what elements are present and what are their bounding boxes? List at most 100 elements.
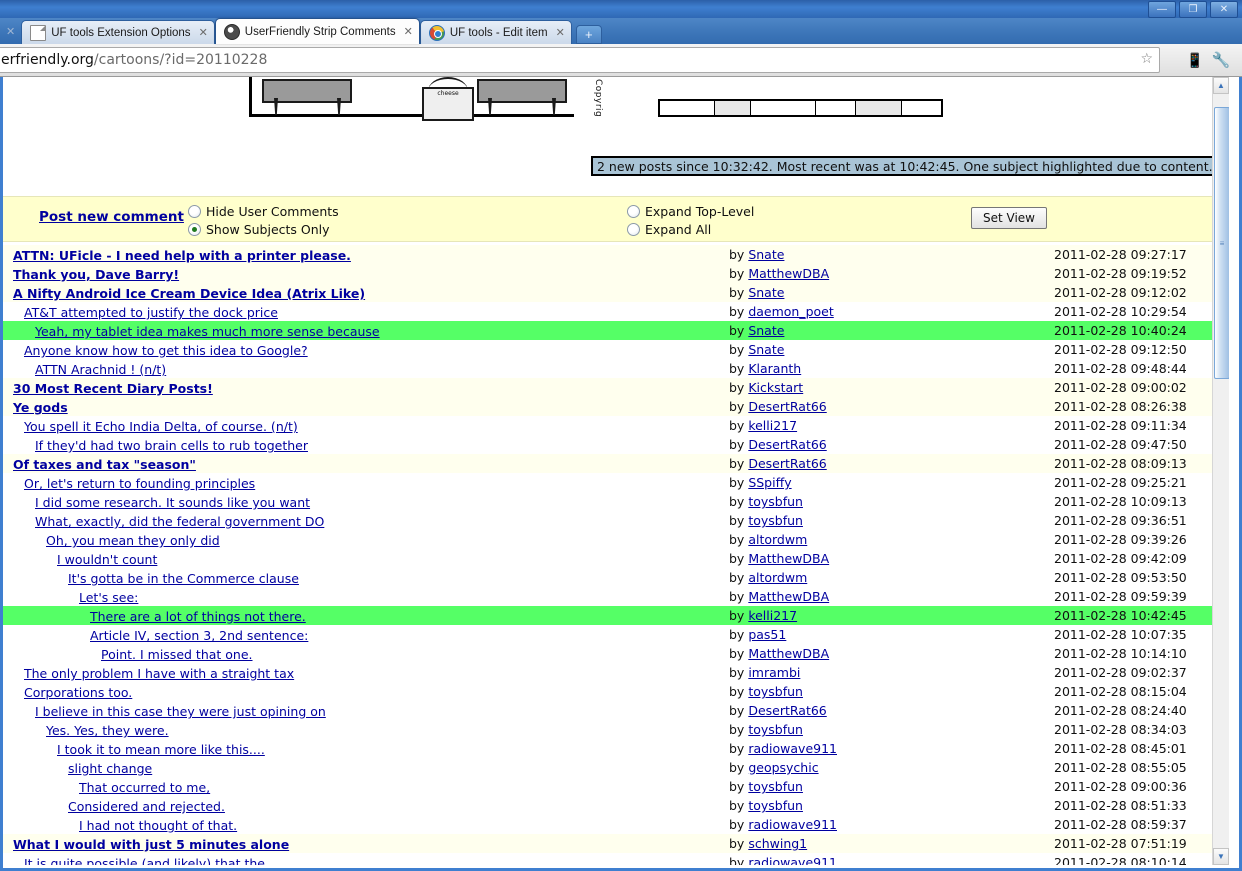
radio-show-subjects-only[interactable]: Show Subjects Only: [188, 220, 339, 238]
comment-subject-link[interactable]: There are a lot of things not there.: [90, 609, 306, 624]
comment-subject-link[interactable]: Corporations too.: [24, 685, 132, 700]
comment-subject-link[interactable]: ATTN: UFicle - I need help with a printe…: [13, 248, 351, 263]
tab-close-icon[interactable]: ✕: [404, 25, 413, 38]
table-row[interactable]: Considered and rejected. by toysbfun 2011-…: [3, 796, 1229, 815]
table-row[interactable]: slight change by geopsychic 2011-02-28 08:…: [3, 758, 1229, 777]
minimize-button[interactable]: —: [1148, 1, 1176, 18]
comment-subject-link[interactable]: Considered and rejected.: [68, 799, 225, 814]
table-row[interactable]: It is quite possible (and likely) that t…: [3, 853, 1229, 865]
comment-subject-link[interactable]: The only problem I have with a straight …: [24, 666, 294, 681]
wrench-icon[interactable]: 🔧: [1210, 50, 1232, 70]
radio-expand-top-level[interactable]: Expand Top-Level: [627, 202, 754, 220]
table-row[interactable]: Corporations too. by toysbfun 2011-02-28 0…: [3, 682, 1229, 701]
bookmark-star-icon[interactable]: ☆: [1140, 51, 1153, 67]
table-row[interactable]: Article IV, section 3, 2nd sentence: by p…: [3, 625, 1229, 644]
comment-subject-link[interactable]: If they'd had two brain cells to rub tog…: [35, 438, 308, 453]
comment-subject-link[interactable]: Oh, you mean they only did: [46, 533, 220, 548]
radio-icon[interactable]: [188, 204, 201, 218]
comment-author-link[interactable]: Snate: [748, 247, 784, 262]
comment-subject-link[interactable]: Anyone know how to get this idea to Goog…: [24, 343, 308, 358]
vertical-scrollbar[interactable]: ▲ ≡ ▼: [1212, 77, 1229, 865]
comment-author-link[interactable]: MatthewDBA: [748, 646, 829, 661]
comment-author-link[interactable]: altordwm: [748, 570, 807, 585]
close-button[interactable]: ✕: [1210, 1, 1238, 18]
table-row[interactable]: You spell it Echo India Delta, of course…: [3, 416, 1229, 435]
comment-author-link[interactable]: SSpiffy: [748, 475, 791, 490]
comment-subject-link[interactable]: I wouldn't count: [57, 552, 157, 567]
comment-author-link[interactable]: radiowave911: [748, 741, 837, 756]
tab-close-icon[interactable]: ✕: [199, 26, 208, 39]
radio-icon-selected[interactable]: [188, 222, 201, 236]
comment-author-link[interactable]: DesertRat66: [748, 456, 826, 471]
comment-subject-link[interactable]: ATTN Arachnid ! (n/t): [35, 362, 166, 377]
comment-subject-link[interactable]: Yeah, my tablet idea makes much more sen…: [35, 324, 380, 339]
comment-author-link[interactable]: radiowave911: [748, 855, 837, 865]
comment-author-link[interactable]: geopsychic: [748, 760, 818, 775]
comment-subject-link[interactable]: It is quite possible (and likely) that t…: [24, 856, 265, 865]
scroll-up-button[interactable]: ▲: [1213, 77, 1229, 94]
radio-expand-all[interactable]: Expand All: [627, 220, 754, 238]
comment-author-link[interactable]: radiowave911: [748, 817, 837, 832]
tab-userfriendly-strip-comments[interactable]: UserFriendly Strip Comments ✕: [214, 18, 420, 44]
comment-author-link[interactable]: toysbfun: [748, 513, 803, 528]
radio-icon[interactable]: [627, 204, 640, 218]
comment-subject-link[interactable]: A Nifty Android Ice Cream Device Idea (A…: [13, 286, 365, 301]
comment-author-link[interactable]: DesertRat66: [748, 437, 826, 452]
comment-subject-link[interactable]: Thank you, Dave Barry!: [13, 267, 179, 282]
table-row[interactable]: Or, let's return to founding principles b…: [3, 473, 1229, 492]
comment-subject-link[interactable]: What I would with just 5 minutes alone: [13, 837, 289, 852]
comment-author-link[interactable]: imrambi: [748, 665, 800, 680]
table-row[interactable]: There are a lot of things not there. by k…: [3, 606, 1229, 625]
comment-author-link[interactable]: toysbfun: [748, 779, 803, 794]
table-row[interactable]: I had not thought of that. by radiowave91…: [3, 815, 1229, 834]
comment-author-link[interactable]: Snate: [748, 323, 784, 338]
comment-author-link[interactable]: Klaranth: [748, 361, 801, 376]
table-row[interactable]: I did some research. It sounds like you …: [3, 492, 1229, 511]
table-row[interactable]: Ye gods by DesertRat66 2011-02-28 08:26:38: [3, 397, 1229, 416]
comment-author-link[interactable]: Kickstart: [748, 380, 803, 395]
comment-author-link[interactable]: kelli217: [748, 608, 797, 623]
comment-author-link[interactable]: toysbfun: [748, 798, 803, 813]
comment-subject-link[interactable]: Of taxes and tax "season": [13, 457, 196, 472]
comment-author-link[interactable]: altordwm: [748, 532, 807, 547]
post-new-comment-link[interactable]: Post new comment: [39, 209, 184, 225]
table-row[interactable]: ATTN Arachnid ! (n/t) by Klaranth 2011-02-…: [3, 359, 1229, 378]
comment-author-link[interactable]: kelli217: [748, 418, 797, 433]
table-row[interactable]: Anyone know how to get this idea to Goog…: [3, 340, 1229, 359]
table-row[interactable]: AT&T attempted to justify the dock price…: [3, 302, 1229, 321]
tab-0-close-icon[interactable]: ✕: [0, 25, 21, 38]
table-row[interactable]: What, exactly, did the federal governmen…: [3, 511, 1229, 530]
comment-author-link[interactable]: toysbfun: [748, 494, 803, 509]
comment-author-link[interactable]: daemon_poet: [748, 304, 833, 319]
table-row[interactable]: It's gotta be in the Commerce clause by a…: [3, 568, 1229, 587]
set-view-button[interactable]: Set View: [971, 207, 1047, 229]
tab-close-icon[interactable]: ✕: [556, 26, 565, 39]
scroll-down-button[interactable]: ▼: [1213, 848, 1229, 865]
comment-author-link[interactable]: MatthewDBA: [748, 266, 829, 281]
table-row[interactable]: Yeah, my tablet idea makes much more sen…: [3, 321, 1229, 340]
comment-author-link[interactable]: MatthewDBA: [748, 589, 829, 604]
table-row[interactable]: If they'd had two brain cells to rub tog…: [3, 435, 1229, 454]
comment-subject-link[interactable]: What, exactly, did the federal governmen…: [35, 514, 324, 529]
comment-subject-link[interactable]: You spell it Echo India Delta, of course…: [24, 419, 298, 434]
comment-subject-link[interactable]: Let's see:: [79, 590, 138, 605]
comment-subject-link[interactable]: That occurred to me,: [79, 780, 210, 795]
comment-author-link[interactable]: DesertRat66: [748, 399, 826, 414]
comment-subject-link[interactable]: 30 Most Recent Diary Posts!: [13, 381, 213, 396]
comment-subject-link[interactable]: slight change: [68, 761, 152, 776]
comment-subject-link[interactable]: Yes. Yes, they were.: [46, 723, 169, 738]
table-row[interactable]: Yes. Yes, they were. by toysbfun 2011-02-2…: [3, 720, 1229, 739]
comment-author-link[interactable]: Snate: [748, 342, 784, 357]
table-row[interactable]: A Nifty Android Ice Cream Device Idea (A…: [3, 283, 1229, 302]
new-tab-button[interactable]: +: [575, 25, 602, 44]
comment-subject-link[interactable]: AT&T attempted to justify the dock price: [24, 305, 278, 320]
table-row[interactable]: I wouldn't count by MatthewDBA 2011-02-28 …: [3, 549, 1229, 568]
comment-subject-link[interactable]: I did some research. It sounds like you …: [35, 495, 310, 510]
comment-subject-link[interactable]: Or, let's return to founding principles: [24, 476, 255, 491]
table-row[interactable]: 30 Most Recent Diary Posts! by Kickstart 2…: [3, 378, 1229, 397]
table-row[interactable]: Thank you, Dave Barry! by MatthewDBA 2011-…: [3, 264, 1229, 283]
comment-subject-link[interactable]: Ye gods: [13, 400, 68, 415]
comment-subject-link[interactable]: I had not thought of that.: [79, 818, 237, 833]
table-row[interactable]: I took it to mean more like this.... by r…: [3, 739, 1229, 758]
scrollbar-thumb[interactable]: ≡: [1214, 107, 1229, 379]
